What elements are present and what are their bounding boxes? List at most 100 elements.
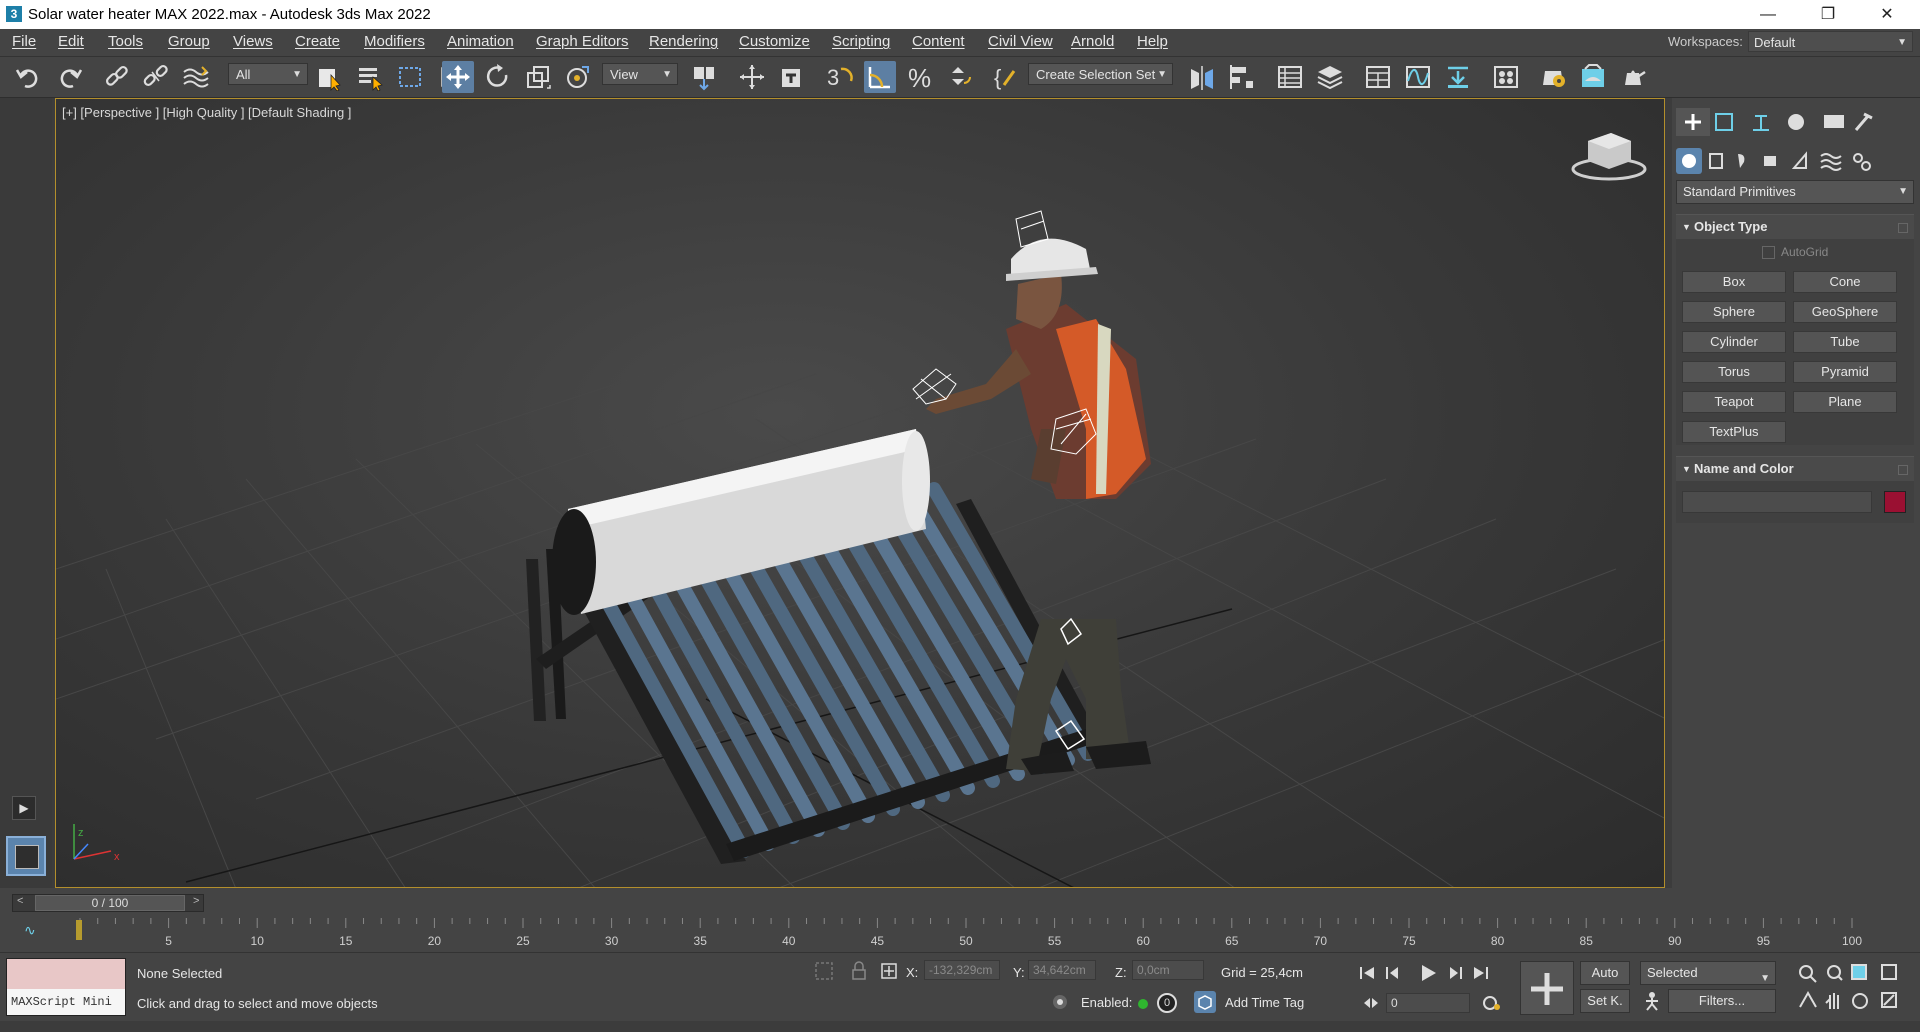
time-marker[interactable] [76,920,82,940]
schematic-view-button[interactable] [1442,61,1474,93]
close-button[interactable]: ✕ [1864,0,1910,29]
redo-button[interactable] [54,61,86,93]
modify-tab[interactable] [1715,113,1733,131]
track-bar-ruler[interactable]: 5 10 15 20 25 30 35 40 45 50 55 60 65 70 75 80 85 90 95 100 [72,918,1862,952]
select-and-rotate-button[interactable] [482,61,514,93]
z-coordinate-field[interactable]: 0,0cm [1132,960,1204,980]
enabled-count-badge[interactable]: 0 [1157,993,1177,1013]
zoom-extents-button[interactable] [1851,964,1867,980]
render-production-button[interactable] [1617,61,1649,93]
edit-named-selection-sets-button[interactable]: { [990,61,1022,93]
go-to-start-button[interactable] [1360,967,1374,979]
scene-explorer-button[interactable] [1274,61,1306,93]
menu-rendering[interactable]: Rendering [649,33,718,50]
create-selection-set-dropdown[interactable]: Create Selection Set ▼ [1028,63,1173,85]
workspace-dropdown[interactable]: Default ▼ [1748,31,1913,52]
pyramid-button[interactable]: Pyramid [1793,361,1897,383]
play-button[interactable] [1422,965,1436,981]
menu-modifiers[interactable]: Modifiers [364,33,425,50]
key-mode-toggle[interactable] [1482,993,1502,1013]
percent-snap-toggle-button[interactable]: % [904,61,936,93]
perspective-viewport[interactable]: [+] [Perspective ] [High Quality ] [Defa… [55,98,1665,888]
menu-create[interactable]: Create [295,33,340,50]
hierarchy-tab[interactable] [1753,115,1769,131]
select-and-place-button[interactable] [562,61,594,93]
menu-file[interactable]: File [12,33,36,50]
add-time-tag-label[interactable]: Add Time Tag [1225,995,1304,1010]
time-next-button[interactable]: > [193,895,199,907]
time-configuration-button[interactable] [1362,993,1380,1013]
lights-tab[interactable] [1738,154,1745,168]
display-tab[interactable] [1824,115,1844,128]
bind-to-space-warp-button[interactable] [180,61,212,93]
helpers-tab[interactable] [1791,151,1807,169]
reference-coordinate-dropdown[interactable]: View ▼ [602,63,678,85]
select-by-name-button[interactable] [354,61,386,93]
viewport-layout-tab[interactable] [6,836,46,876]
zoom-all-button[interactable] [1827,965,1843,981]
time-slider-thumb[interactable]: 0 / 100 [35,895,185,911]
material-editor-button[interactable] [1490,61,1522,93]
select-object-button[interactable] [313,61,345,93]
menu-views[interactable]: Views [233,33,273,50]
cameras-tab[interactable] [1764,156,1776,166]
zoom-button[interactable] [1799,965,1817,983]
absolute-relative-toggle[interactable] [880,961,898,981]
torus-button[interactable]: Torus [1682,361,1786,383]
box-button[interactable]: Box [1682,271,1786,293]
layer-explorer-button[interactable] [1314,61,1346,93]
menu-group[interactable]: Group [168,33,210,50]
x-coordinate-field[interactable]: -132,329cm [924,960,1000,980]
viewcube[interactable] [1571,133,1647,181]
field-of-view-button[interactable] [1799,990,1817,1008]
motion-tab[interactable] [1788,114,1804,130]
rectangular-selection-region-button[interactable] [394,61,426,93]
object-color-swatch[interactable] [1884,491,1906,513]
mini-curve-editor-button[interactable]: ∿ [24,922,54,944]
pivot-point-center-button[interactable] [688,61,720,93]
selection-lock-toggle[interactable] [850,961,868,981]
maxscript-listener[interactable]: MAXScript Mini [6,958,126,1016]
snaps-toggle-button[interactable]: 3 [824,61,856,93]
go-to-end-button[interactable] [1474,967,1488,979]
selection-filter-dropdown[interactable]: All ▼ [228,63,308,85]
sphere-button[interactable]: Sphere [1682,301,1786,323]
create-tab[interactable] [1676,108,1710,136]
shapes-tab[interactable] [1709,153,1723,169]
keyboard-shortcut-override-button[interactable] [776,61,808,93]
add-time-tag-button[interactable] [1194,991,1216,1013]
set-key-button[interactable]: Set K. [1580,989,1630,1013]
key-filter-dropdown[interactable]: Selected ▼ [1640,961,1776,985]
menu-civil-view[interactable]: Civil View [988,33,1053,50]
object-name-field[interactable] [1682,491,1872,513]
spinner-snap-toggle-button[interactable] [944,61,976,93]
select-and-manipulate-button[interactable] [736,61,768,93]
maximize-button[interactable]: ❐ [1805,0,1851,29]
systems-tab[interactable] [1853,153,1863,163]
name-and-color-header[interactable]: ▼ Name and Color [1676,457,1914,481]
current-frame-field[interactable]: 0 [1386,993,1470,1013]
undo-button[interactable] [12,61,44,93]
select-and-move-button[interactable] [442,61,474,93]
zoom-extents-all-button[interactable] [1881,964,1897,980]
time-prev-button[interactable]: < [17,895,23,907]
cone-button[interactable]: Cone [1793,271,1897,293]
curve-editor-button[interactable] [1402,61,1434,93]
rendered-frame-window-button[interactable] [1577,61,1609,93]
next-frame-button[interactable] [1450,967,1462,979]
minimize-button[interactable]: — [1745,0,1791,29]
y-coordinate-field[interactable]: 34,642cm [1028,960,1096,980]
menu-edit[interactable]: Edit [58,33,84,50]
angle-snap-toggle-button[interactable] [864,61,896,93]
select-and-link-button[interactable] [101,61,133,93]
space-warps-tab[interactable] [1820,153,1842,171]
pan-view-button[interactable] [1825,993,1839,1009]
plane-button[interactable]: Plane [1793,391,1897,413]
utilities-tab[interactable] [1854,112,1873,131]
maxscript-mini-label[interactable]: MAXScript Mini [7,989,125,1015]
render-setup-button[interactable] [1537,61,1569,93]
menu-graph-editors[interactable]: Graph Editors [536,33,629,50]
time-tag-toggle[interactable] [1050,991,1070,1013]
geosphere-button[interactable]: GeoSphere [1793,301,1897,323]
expand-viewport-layout-button[interactable]: ▶ [12,796,36,820]
